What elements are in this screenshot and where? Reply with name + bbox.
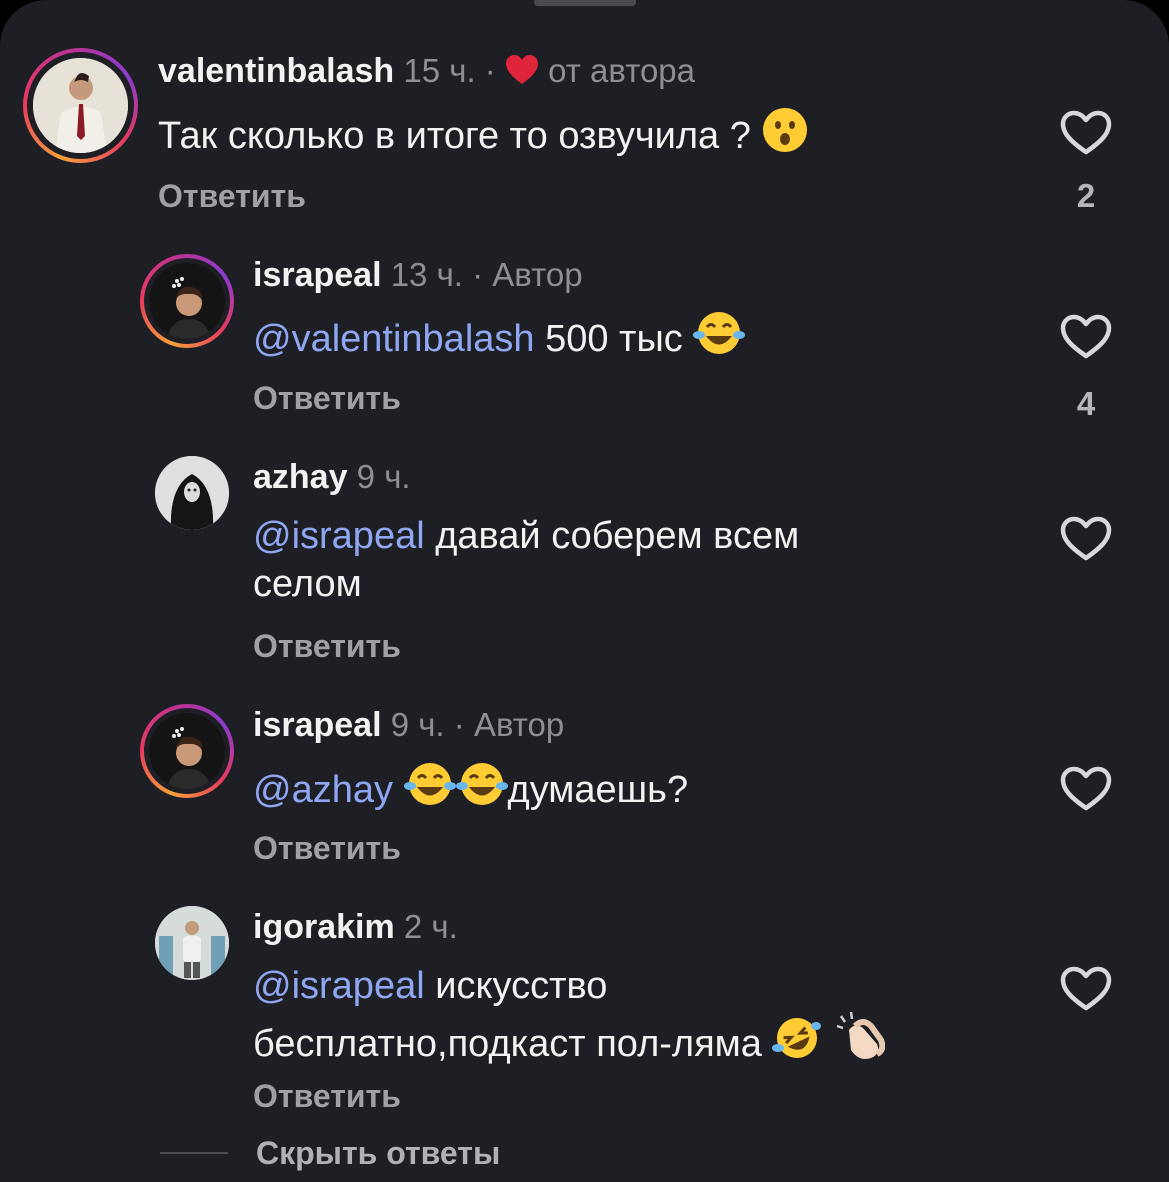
face-with-tears-of-joy-emoji [693, 309, 746, 369]
comment-time: 9 ч. [356, 458, 411, 495]
comment-text-content: бесплатно,подкаст пол-ляма [253, 1023, 762, 1065]
rolling-on-the-floor-laughing-emoji [772, 1014, 822, 1074]
liked-by-author-label: от автора [548, 52, 696, 89]
reply-button[interactable]: Ответить [253, 830, 401, 867]
separator-dot: · [453, 706, 465, 743]
like-count: 4 [1076, 385, 1096, 422]
avatar[interactable] [155, 456, 229, 530]
sheet-grabber-handle[interactable] [534, 0, 636, 6]
comment-time: 13 ч. [390, 256, 463, 293]
comment-text: @valentinbalash 500 тыс [253, 309, 746, 369]
comment-username[interactable]: israpeal [253, 256, 382, 294]
separator-dot: · [472, 256, 484, 293]
like-heart-icon[interactable] [1060, 110, 1112, 161]
comment-time: 15 ч. [403, 52, 476, 89]
face-with-tears-of-joy-emoji [455, 760, 508, 820]
comment-username[interactable]: valentinbalash [158, 52, 394, 90]
comment-text: @israpeal давай соберем всем селом [253, 512, 799, 608]
mention-link[interactable]: @israpeal [253, 965, 425, 1007]
comment-time: 2 ч. [403, 908, 458, 945]
reply-button[interactable]: Ответить [158, 178, 306, 215]
like-heart-icon[interactable] [1060, 766, 1112, 817]
hide-replies-button[interactable]: Скрыть ответы [256, 1135, 500, 1172]
face-with-tears-of-joy-emoji [403, 760, 456, 820]
comment-time: 9 ч. [390, 706, 445, 743]
comment-text-content: давай соберем всем [424, 515, 800, 557]
mention-link[interactable]: @azhay [253, 769, 393, 811]
author-badge: Автор [492, 256, 583, 293]
clapping-hands-emoji [833, 1010, 886, 1074]
mention-link[interactable]: @valentinbalash [253, 318, 535, 360]
reply-button[interactable]: Ответить [253, 1078, 401, 1115]
hide-replies-divider [160, 1152, 228, 1154]
comment-text-content: Так сколько в итоге то озвучила ? [158, 115, 751, 157]
comment-text: Так сколько в итоге то озвучила ? [158, 106, 809, 166]
comments-sheet: valentinbalash 15 ч. · от автора Так ско… [0, 0, 1169, 1182]
comment-text-content: искусство [424, 965, 608, 1007]
reply-button[interactable]: Ответить [253, 380, 401, 417]
author-badge: Автор [473, 706, 565, 743]
like-count: 2 [1076, 177, 1096, 214]
comment-username[interactable]: azhay [253, 458, 348, 496]
reply-button[interactable]: Ответить [253, 628, 401, 665]
like-heart-icon[interactable] [1060, 966, 1112, 1017]
avatar[interactable] [149, 263, 225, 339]
avatar[interactable] [155, 906, 229, 980]
comment-text-content: думаешь? [507, 769, 689, 811]
avatar[interactable] [33, 58, 128, 153]
avatar[interactable] [149, 713, 225, 789]
mention-link[interactable]: @israpeal [253, 515, 425, 557]
author-liked-heart-icon [505, 54, 539, 94]
like-heart-icon[interactable] [1060, 516, 1112, 567]
comment-text-content: селом [253, 563, 362, 605]
comment-username[interactable]: igorakim [253, 908, 395, 946]
comment-text-content: 500 тыс [534, 318, 683, 360]
comment-text: @israpeal искусство бесплатно,подкаст по… [253, 962, 886, 1074]
hushed-face-emoji [761, 106, 809, 166]
comment-username[interactable]: israpeal [253, 706, 382, 744]
separator-dot: · [484, 52, 496, 89]
like-heart-icon[interactable] [1060, 314, 1112, 365]
comment-text: @azhay думаешь? [253, 760, 688, 820]
